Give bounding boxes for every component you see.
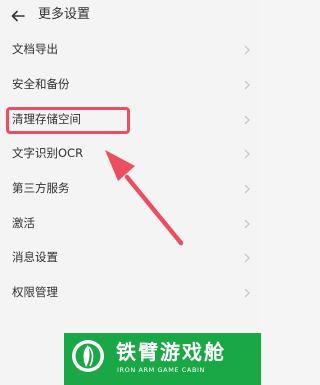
settings-item-label: 权限管理 <box>12 285 58 299</box>
settings-item-security-backup[interactable]: 安全和备份 <box>0 67 261 103</box>
chevron-right-icon <box>244 219 250 229</box>
settings-item-export[interactable]: 文档导出 <box>0 32 261 68</box>
settings-item-messages[interactable]: 消息设置 <box>0 240 261 276</box>
chevron-right-icon <box>244 115 250 125</box>
settings-item-label: 文字识别OCR <box>12 146 84 160</box>
chevron-right-icon <box>244 45 250 55</box>
settings-item-permissions[interactable]: 权限管理 <box>0 275 261 311</box>
chevron-right-icon <box>244 80 250 90</box>
highlight-box <box>6 107 130 134</box>
settings-item-label: 第三方服务 <box>12 181 70 195</box>
settings-screen: 更多设置 文档导出 安全和备份 清理存储空间 文字识别OCR 第三方服务 激活 … <box>0 0 261 385</box>
settings-item-third-party[interactable]: 第三方服务 <box>0 171 261 207</box>
chevron-right-icon <box>244 253 250 263</box>
settings-item-label: 消息设置 <box>12 250 58 264</box>
chevron-right-icon <box>244 288 250 298</box>
settings-item-label: 安全和备份 <box>12 77 70 91</box>
settings-item-ocr[interactable]: 文字识别OCR <box>0 136 261 172</box>
settings-item-label: 文档导出 <box>12 42 58 56</box>
chevron-right-icon <box>244 184 250 194</box>
logo-icon <box>72 340 104 372</box>
watermark-name-cn: 铁臂游戏舱 <box>116 340 226 364</box>
arrow-left-icon[interactable] <box>10 8 26 24</box>
header: 更多设置 <box>0 0 261 32</box>
watermark-name-en: IRON ARM GAME CABIN <box>117 366 206 374</box>
page-title: 更多设置 <box>38 7 91 22</box>
chevron-right-icon <box>244 149 250 159</box>
settings-item-label: 激活 <box>12 216 35 230</box>
settings-item-activate[interactable]: 激活 <box>0 206 261 242</box>
